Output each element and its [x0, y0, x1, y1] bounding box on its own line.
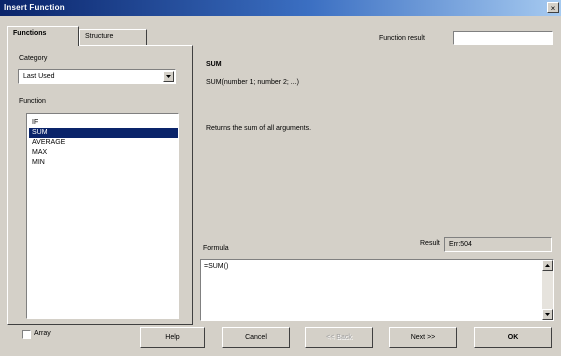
function-syntax: SUM(number 1; number 2; ...): [206, 79, 299, 86]
list-item[interactable]: MAX: [29, 148, 178, 158]
arrow-up-icon: [545, 264, 550, 267]
function-description: Returns the sum of all arguments.: [206, 125, 312, 132]
tab-functions[interactable]: Functions: [7, 26, 79, 46]
function-label: Function: [19, 98, 46, 105]
close-button[interactable]: ×: [547, 2, 559, 13]
array-checkbox[interactable]: [22, 330, 31, 339]
title-bar[interactable]: Insert Function: [0, 0, 561, 16]
category-label: Category: [19, 55, 48, 62]
list-item-label: SUM: [32, 129, 48, 136]
help-button[interactable]: Help: [140, 327, 205, 348]
formula-label: Formula: [203, 245, 229, 252]
list-item-label: IF: [32, 119, 39, 126]
formula-editor[interactable]: =SUM(): [200, 259, 554, 321]
tab-functions-label: Functions: [13, 30, 47, 37]
list-item-label: AVERAGE: [32, 139, 66, 146]
list-item-label: MIN: [32, 159, 45, 166]
function-result-label: Function result: [379, 35, 425, 42]
category-value: Last Used: [23, 73, 55, 80]
ok-button[interactable]: OK: [474, 327, 552, 348]
back-button[interactable]: << Back: [305, 327, 373, 348]
array-label: Array: [34, 330, 51, 337]
window-title: Insert Function: [4, 3, 65, 12]
function-name: SUM: [206, 61, 222, 68]
function-list[interactable]: IF SUM AVERAGE MAX MIN: [26, 113, 179, 319]
function-result-field: [453, 31, 553, 45]
result-field: Err:504: [444, 237, 552, 252]
category-select[interactable]: Last Used: [18, 69, 176, 84]
tab-structure-label: Structure: [85, 33, 114, 40]
scroll-down-button[interactable]: [542, 309, 553, 320]
chevron-down-icon: [166, 75, 171, 78]
list-item[interactable]: MIN: [29, 158, 178, 168]
cancel-button[interactable]: Cancel: [222, 327, 290, 348]
result-value: Err:504: [449, 241, 472, 248]
arrow-down-icon: [545, 313, 550, 316]
scroll-up-button[interactable]: [542, 260, 553, 271]
list-item[interactable]: IF: [29, 118, 178, 128]
formula-scrollbar[interactable]: [542, 260, 553, 320]
tab-structure[interactable]: Structure: [79, 29, 147, 45]
list-item-label: MAX: [32, 149, 48, 156]
category-dropdown-button[interactable]: [163, 71, 174, 82]
next-button[interactable]: Next >>: [389, 327, 457, 348]
result-label: Result: [420, 240, 440, 247]
formula-text: =SUM(): [204, 263, 229, 270]
list-item-selected[interactable]: SUM: [29, 128, 178, 138]
list-item[interactable]: AVERAGE: [29, 138, 178, 148]
